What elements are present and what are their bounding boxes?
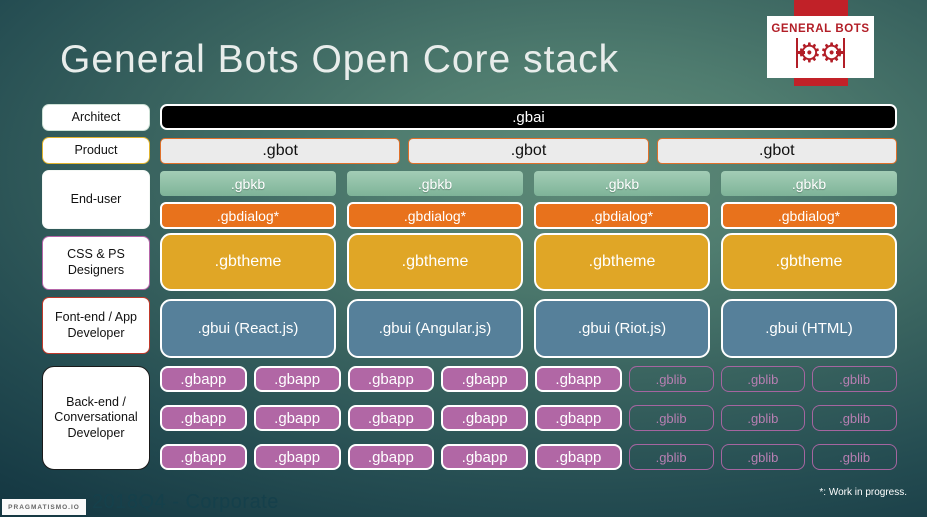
footer-caption: 2018Q4 - Corporate xyxy=(92,491,279,513)
gbapp-block: .gbapp xyxy=(160,444,247,470)
gbapp-block: .gbapp xyxy=(253,444,341,470)
gbdialog-block: .gbdialog* xyxy=(721,202,897,229)
gbot-block: .gbot xyxy=(656,138,897,164)
logo-gears-icon: ⚙ ⚙ xyxy=(795,35,846,71)
gbapp-block: .gbapp xyxy=(160,405,247,431)
gbot-block: .gbot xyxy=(160,138,401,164)
row-label-architect: Architect xyxy=(42,104,150,131)
gbapp-block: .gbapp xyxy=(441,444,528,470)
backend-band-1: .gbapp .gbapp .gbapp .gbapp .gbapp .gbli… xyxy=(160,366,897,392)
page-title: General Bots Open Core stack xyxy=(60,38,620,81)
gbot-band: .gbot .gbot .gbot xyxy=(160,138,897,164)
row-label-end-user: End-user xyxy=(42,170,150,229)
gbkb-block: .gbkb xyxy=(160,171,336,196)
gbot-block: .gbot xyxy=(408,138,649,164)
gblib-block: .gblib xyxy=(628,405,714,431)
gbui-react-block: .gbui (React.js) xyxy=(160,299,336,358)
work-in-progress-footnote: *: Work in progress. xyxy=(819,487,907,498)
gbkb-block: .gbkb xyxy=(347,171,523,196)
general-bots-logo: GENERAL BOTS ⚙ ⚙ xyxy=(767,16,874,78)
row-label-backend-developer: Back-end / Conversational Developer xyxy=(42,366,150,470)
gbapp-block: .gbapp xyxy=(535,444,622,470)
gbui-band: .gbui (React.js) .gbui (Angular.js) .gbu… xyxy=(160,299,897,358)
gblib-block: .gblib xyxy=(628,366,714,392)
gbapp-block: .gbapp xyxy=(535,405,622,431)
gbapp-block: .gbapp xyxy=(441,405,528,431)
gbdialog-block: .gbdialog* xyxy=(347,202,523,229)
gbapp-block: .gbapp xyxy=(253,405,341,431)
gbtheme-block: .gbtheme xyxy=(347,233,523,291)
gbdialog-block: .gbdialog* xyxy=(160,202,336,229)
gbdialog-band: .gbdialog* .gbdialog* .gbdialog* .gbdial… xyxy=(160,202,897,229)
gblib-block: .gblib xyxy=(720,366,806,392)
row-label-designers: CSS & PS Designers xyxy=(42,236,150,290)
backend-band-2: .gbapp .gbapp .gbapp .gbapp .gbapp .gbli… xyxy=(160,405,897,431)
gbtheme-block: .gbtheme xyxy=(160,233,336,291)
gbtheme-band: .gbtheme .gbtheme .gbtheme .gbtheme xyxy=(160,233,897,291)
gbapp-block: .gbapp xyxy=(160,366,247,392)
gbapp-block: .gbapp xyxy=(253,366,341,392)
gbapp-block: .gbapp xyxy=(441,366,528,392)
slide-canvas: General Bots Open Core stack GENERAL BOT… xyxy=(0,0,927,517)
gblib-block: .gblib xyxy=(720,444,806,470)
gblib-block: .gblib xyxy=(812,405,897,431)
gbui-angular-block: .gbui (Angular.js) xyxy=(347,299,523,358)
gbui-html-block: .gbui (HTML) xyxy=(721,299,897,358)
gbkb-band: .gbkb .gbkb .gbkb .gbkb xyxy=(160,171,897,196)
gbkb-block: .gbkb xyxy=(534,171,710,196)
gbai-block: .gbai xyxy=(160,104,897,130)
gblib-block: .gblib xyxy=(720,405,806,431)
gblib-block: .gblib xyxy=(628,444,714,470)
gbui-riot-block: .gbui (Riot.js) xyxy=(534,299,710,358)
gbdialog-block: .gbdialog* xyxy=(534,202,710,229)
gbapp-block: .gbapp xyxy=(535,366,622,392)
row-label-frontend-developer: Font-end / App Developer xyxy=(42,297,150,354)
backend-band-3: .gbapp .gbapp .gbapp .gbapp .gbapp .gbli… xyxy=(160,444,897,470)
gbapp-block: .gbapp xyxy=(347,405,435,431)
gbkb-block: .gbkb xyxy=(721,171,897,196)
gblib-block: .gblib xyxy=(812,366,897,392)
row-label-product: Product xyxy=(42,137,150,164)
pragmatismo-brand-chip: PRAGMATISMO.IO xyxy=(2,499,86,515)
gbai-band: .gbai xyxy=(160,104,897,130)
gbtheme-block: .gbtheme xyxy=(721,233,897,291)
gear-bar-left xyxy=(795,38,804,68)
logo-wordmark: GENERAL BOTS xyxy=(771,23,870,35)
gbtheme-block: .gbtheme xyxy=(534,233,710,291)
gblib-block: .gblib xyxy=(812,444,897,470)
gear-bar-right xyxy=(836,38,846,68)
gbapp-block: .gbapp xyxy=(347,444,435,470)
gbapp-block: .gbapp xyxy=(347,366,435,392)
